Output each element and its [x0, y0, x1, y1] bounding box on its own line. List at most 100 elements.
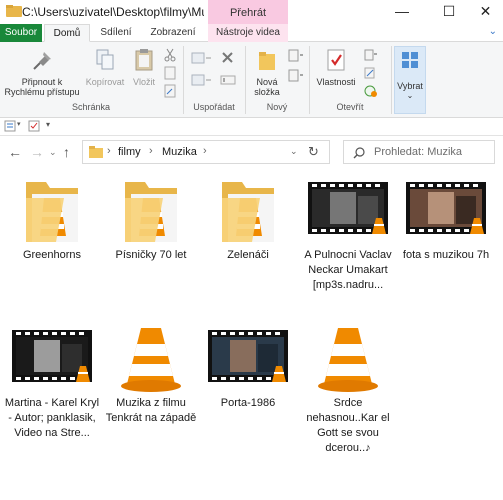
easy-access-icon — [288, 69, 303, 82]
maximize-button[interactable]: ☐ — [426, 0, 472, 24]
move-to-icon — [191, 52, 211, 64]
open-icon — [364, 49, 377, 61]
file-item[interactable]: Muzika z filmu Tenkrát na západě — [103, 324, 199, 426]
group-organize-label: Uspořádat — [193, 102, 235, 112]
paste-shortcut-button[interactable] — [162, 84, 178, 100]
breadcrumb-separator[interactable]: › — [149, 145, 153, 157]
new-item-button[interactable] — [286, 48, 306, 66]
close-button[interactable]: ✕ — [468, 0, 503, 24]
group-new-label: Nový — [266, 102, 288, 112]
folder-icon — [6, 5, 22, 17]
window-title: C:\Users\uzivatel\Desktop\filmy\Muz... — [22, 5, 204, 19]
context-tab-play[interactable]: Přehrát — [208, 0, 288, 24]
shortcut-icon — [164, 84, 176, 98]
delete-button[interactable] — [218, 50, 240, 68]
tab-video-tools[interactable]: Nástroje videa — [208, 24, 288, 42]
rename-icon — [220, 75, 236, 85]
address-bar[interactable]: › filmy › Muzika › ⌄ ↻ — [82, 140, 330, 164]
folder-item[interactable]: Písničky 70 let — [103, 176, 199, 263]
divider — [0, 135, 503, 136]
file-item[interactable]: fota s muzikou 7h — [398, 176, 494, 263]
properties-small-icon[interactable] — [4, 120, 16, 132]
up-button[interactable]: ↑ — [63, 144, 70, 160]
chevron-down-icon[interactable]: ▾ — [17, 120, 21, 128]
paste-button[interactable]: Vložit — [128, 48, 160, 87]
select-button[interactable]: Vybrat ⌄ — [394, 46, 426, 114]
breadcrumb-separator[interactable]: › — [203, 145, 207, 157]
pin-icon — [33, 52, 51, 70]
chevron-down-icon[interactable]: ⌄ — [489, 26, 497, 37]
file-name: A Pulnocni Vaclav Neckar Umakart [mp3s.n… — [304, 249, 392, 291]
folder-icon — [200, 176, 296, 246]
scissors-icon — [164, 48, 176, 62]
file-name: Greenhorns — [22, 249, 82, 261]
edit-button[interactable] — [362, 66, 380, 82]
video-thumbnail — [398, 176, 494, 246]
properties-label: Vlastnosti — [316, 77, 356, 87]
video-thumbnail — [4, 324, 100, 394]
copy-to-icon — [191, 74, 211, 86]
file-name: Písničky 70 let — [115, 249, 187, 261]
chevron-down-icon[interactable]: ⌄ — [290, 146, 298, 157]
vlc-cone-icon — [103, 324, 199, 394]
copy-button[interactable]: Kopírovat — [84, 48, 126, 87]
back-button[interactable]: ← — [8, 144, 22, 160]
search-icon — [353, 147, 365, 159]
vlc-cone-icon — [300, 324, 396, 394]
open-button[interactable] — [362, 48, 380, 64]
tab-home[interactable]: Domů — [44, 24, 90, 42]
file-name: fota s muzikou 7h — [402, 249, 490, 261]
checklist-icon[interactable] — [28, 120, 40, 132]
folder-icon — [103, 176, 199, 246]
move-to-button[interactable] — [190, 50, 214, 68]
properties-button[interactable]: Vlastnosti — [313, 48, 359, 87]
breadcrumb-separator[interactable]: › — [107, 145, 111, 157]
rename-button[interactable] — [218, 72, 240, 90]
copy-path-button[interactable] — [162, 66, 178, 82]
pin-label-2: Rychlému přístupu — [4, 87, 80, 97]
video-thumbnail — [300, 176, 396, 246]
edit-icon — [364, 67, 375, 79]
file-name: Porta-1986 — [220, 397, 276, 409]
tab-share[interactable]: Sdílení — [92, 24, 140, 42]
search-placeholder: Prohledat: Muzika — [374, 146, 463, 158]
history-icon — [364, 85, 377, 97]
pin-quick-access-button[interactable]: Připnout k Rychlému přístupu — [2, 48, 82, 97]
file-name: Zelenáči — [227, 249, 269, 261]
group-open-label: Otevřít — [336, 102, 364, 112]
minimize-button[interactable]: — — [379, 0, 425, 24]
copy-to-button[interactable] — [190, 72, 214, 90]
quick-access-toolbar: ▾ ▾ — [0, 118, 503, 134]
clipboard-icon — [135, 49, 153, 71]
file-name: Muzika z filmu Tenkrát na západě — [105, 397, 197, 424]
tab-view[interactable]: Zobrazení — [142, 24, 204, 42]
recent-locations-icon[interactable]: ⌄ — [49, 147, 57, 158]
customize-toolbar-icon[interactable]: ▾ — [46, 120, 50, 129]
file-list: Greenhorns Písničky 70 let Zelenáči A Pulno… — [0, 172, 503, 500]
refresh-button[interactable]: ↻ — [308, 144, 319, 160]
file-item[interactable]: A Pulnocni Vaclav Neckar Umakart [mp3s.n… — [300, 176, 396, 293]
file-item[interactable]: Martina - Karel Kryl - Autor; panklasik,… — [4, 324, 100, 441]
ribbon-tabs: Soubor Domů Sdílení Zobrazení Nástroje v… — [0, 24, 503, 42]
new-folder-button[interactable]: Nová složka — [250, 48, 284, 97]
folder-item[interactable]: Greenhorns — [4, 176, 100, 263]
new-folder-icon — [259, 52, 275, 70]
folder-item[interactable]: Zelenáči — [200, 176, 296, 263]
tab-file[interactable]: Soubor — [0, 24, 42, 42]
file-item[interactable]: Srdce nehasnou..Kar el Gott se svou dcer… — [300, 324, 396, 456]
search-input[interactable]: Prohledat: Muzika — [343, 140, 495, 164]
history-button[interactable] — [362, 84, 380, 100]
breadcrumb-item[interactable]: Muzika — [162, 146, 197, 158]
breadcrumb-item[interactable]: filmy — [118, 146, 141, 158]
new-folder-label-2: složka — [254, 87, 280, 97]
paste-label: Vložit — [132, 77, 155, 87]
easy-access-button[interactable] — [286, 68, 306, 86]
chevron-down-icon: ⌄ — [406, 91, 414, 100]
file-name: Martina - Karel Kryl - Autor; panklasik,… — [4, 397, 100, 439]
forward-button[interactable]: → — [30, 144, 44, 160]
cut-button[interactable] — [162, 48, 178, 64]
folder-icon — [4, 176, 100, 246]
copy-label: Kopírovat — [85, 77, 125, 87]
file-item[interactable]: Porta-1986 — [200, 324, 296, 411]
group-clipboard-label: Schránka — [71, 102, 111, 112]
